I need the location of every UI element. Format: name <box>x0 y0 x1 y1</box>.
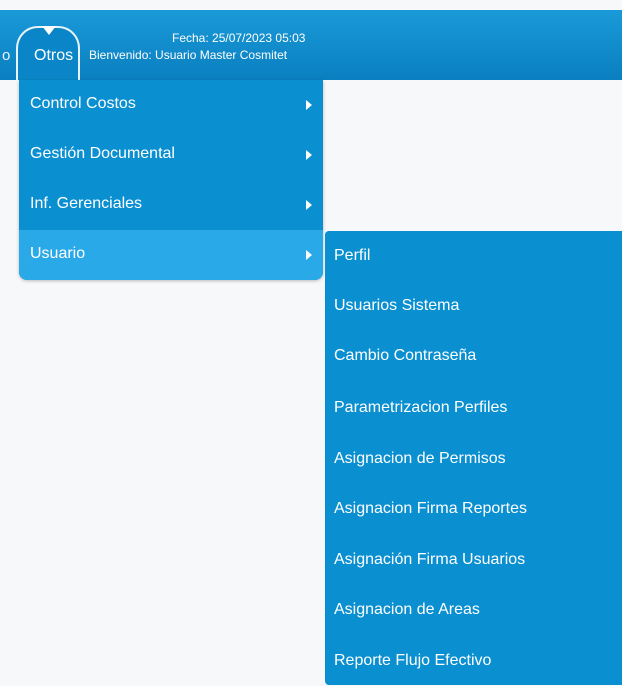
submenu-item-perfil[interactable]: Perfil <box>325 231 622 281</box>
chevron-down-icon <box>42 26 56 35</box>
submenu-item-asignacion-permisos[interactable]: Asignacion de Permisos <box>325 434 622 484</box>
menu-item-label: Inf. Gerenciales <box>30 195 143 212</box>
submenu-item-label: Asignacion Firma Reportes <box>334 500 527 517</box>
submenu-item-label: Parametrizacion Perfiles <box>334 399 508 416</box>
submenu-item-asignacion-firma-reportes[interactable]: Asignacion Firma Reportes <box>325 484 622 534</box>
submenu-item-usuarios-sistema[interactable]: Usuarios Sistema <box>325 281 622 331</box>
submenu-item-cambio-contrasena[interactable]: Cambio Contraseña <box>325 331 622 381</box>
menu-item-label: Control Costos <box>30 95 136 112</box>
submenu-item-asignacion-areas[interactable]: Asignacion de Areas <box>325 585 622 635</box>
usuario-submenu: Perfil Usuarios Sistema Cambio Contraseñ… <box>325 231 622 685</box>
nav-tab-otros[interactable]: Otros <box>16 26 80 80</box>
menu-item-label: Usuario <box>30 245 86 262</box>
date-label: Fecha: 25/07/2023 05:03 <box>172 31 306 45</box>
submenu-item-label: Asignacion de Areas <box>334 601 480 618</box>
nav-tab-otros-label: Otros <box>34 47 74 64</box>
submenu-item-reporte-flujo-efectivo[interactable]: Reporte Flujo Efectivo <box>325 636 622 686</box>
menu-item-usuario[interactable]: Usuario <box>19 230 323 280</box>
truncated-nav-item[interactable]: o <box>2 47 10 64</box>
menu-item-inf-gerenciales[interactable]: Inf. Gerenciales <box>19 180 323 230</box>
otros-dropdown-menu: Control Costos Gestión Documental Inf. G… <box>19 80 323 280</box>
caret-right-icon <box>306 200 312 210</box>
welcome-label: Bienvenido: Usuario Master Cosmitet <box>89 48 288 62</box>
submenu-item-label: Asignacion de Permisos <box>334 450 506 467</box>
menu-item-gestion-documental[interactable]: Gestión Documental <box>19 130 323 180</box>
submenu-item-label: Cambio Contraseña <box>334 347 477 364</box>
submenu-item-label: Usuarios Sistema <box>334 297 460 314</box>
menu-item-control-costos[interactable]: Control Costos <box>19 80 323 130</box>
submenu-item-asignacion-firma-usuarios[interactable]: Asignación Firma Usuarios <box>325 535 622 585</box>
caret-right-icon <box>306 100 312 110</box>
top-bar: o Fecha: 25/07/2023 05:03 Bienvenido: Us… <box>0 10 622 80</box>
menu-item-label: Gestión Documental <box>30 145 175 162</box>
submenu-item-label: Asignación Firma Usuarios <box>334 551 526 568</box>
submenu-item-label: Perfil <box>334 247 371 264</box>
submenu-item-label: Reporte Flujo Efectivo <box>334 652 492 669</box>
caret-right-icon <box>306 250 312 260</box>
caret-right-icon <box>306 150 312 160</box>
submenu-item-parametrizacion-perfiles[interactable]: Parametrizacion Perfiles <box>325 383 622 433</box>
